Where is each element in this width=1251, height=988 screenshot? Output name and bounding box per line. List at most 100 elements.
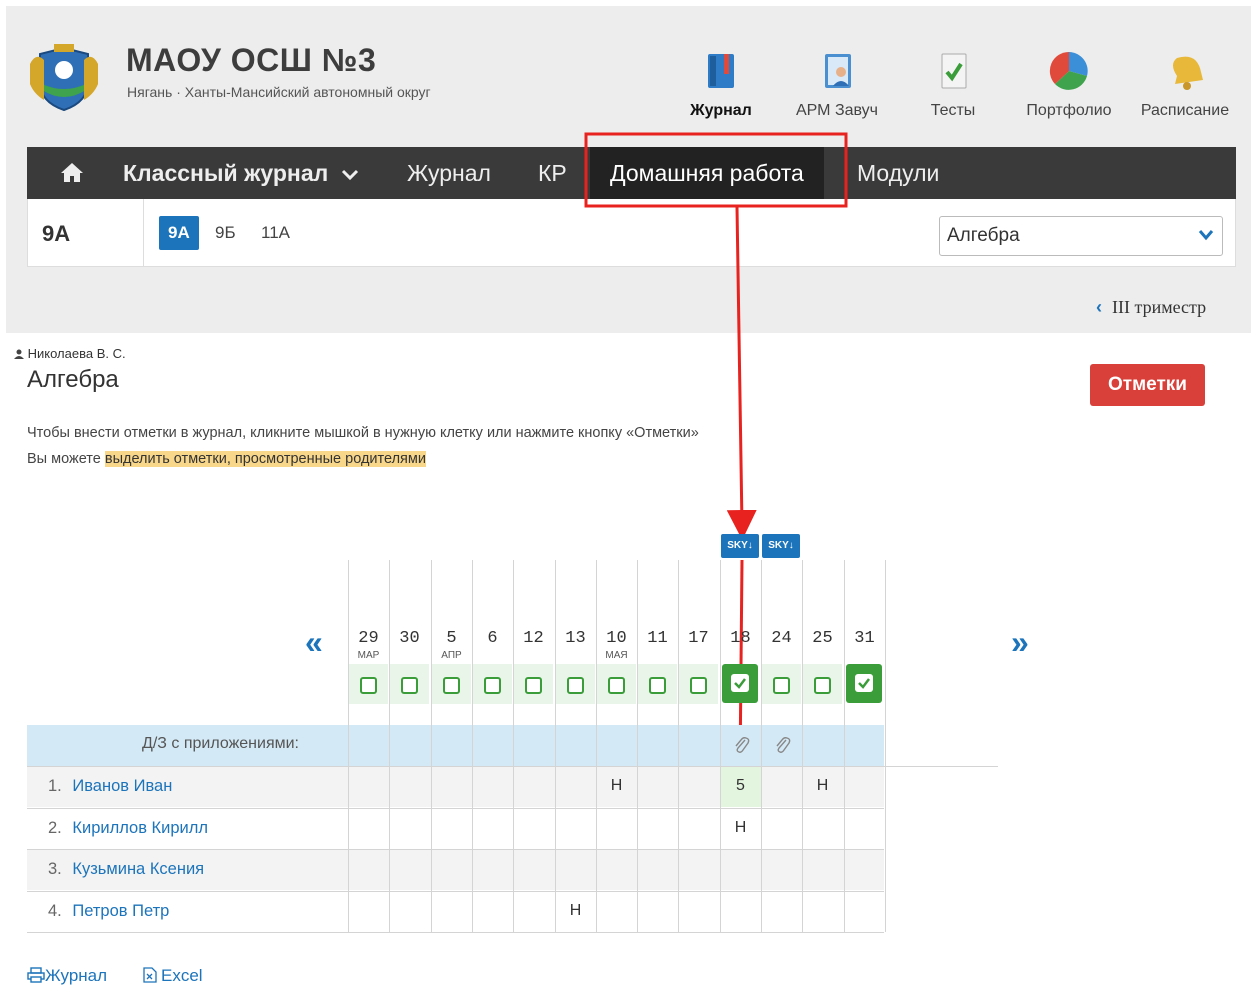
date-day: 24 <box>771 629 792 648</box>
menu-homework[interactable]: Домашняя работа <box>590 147 824 199</box>
grid-divider <box>844 560 845 932</box>
homework-checkbox[interactable] <box>608 677 625 694</box>
school-name: МАОУ ОСШ №3 <box>126 42 377 78</box>
main-menu: Классный журнал Журнал КР Домашняя работ… <box>27 147 1236 199</box>
hint-highlight: Вы можете выделить отметки, просмотренны… <box>27 451 426 467</box>
topnav-label: Журнал <box>690 102 752 119</box>
homework-checkbox[interactable] <box>690 677 707 694</box>
menu-class-journal[interactable]: Классный журнал <box>123 147 359 199</box>
prev-dates-button[interactable]: « <box>305 624 323 661</box>
grid-divider <box>431 560 432 932</box>
homework-checkbox[interactable] <box>525 677 542 694</box>
grid-divider <box>678 560 679 932</box>
class-button-9b[interactable]: 9Б <box>206 216 245 250</box>
printer-icon <box>27 967 45 983</box>
divider <box>143 199 144 267</box>
grid-divider <box>27 849 884 850</box>
class-button-11a[interactable]: 11А <box>252 216 299 250</box>
sky-badge[interactable]: SKY↓ <box>721 534 759 558</box>
homework-checkbox[interactable] <box>484 677 501 694</box>
chevron-down-icon <box>1198 230 1214 241</box>
grid-divider <box>513 560 514 932</box>
topnav-tests[interactable]: Тесты <box>898 50 1008 120</box>
grade-cell[interactable]: Н <box>555 902 596 920</box>
grade-cell[interactable]: Н <box>802 777 843 795</box>
student-name-link[interactable]: Кириллов Кирилл <box>72 819 208 837</box>
grade-cell[interactable]: 5 <box>720 777 761 795</box>
date-day: 12 <box>523 629 544 648</box>
class-button-9a[interactable]: 9А <box>159 216 199 250</box>
journal-icon <box>708 54 734 88</box>
student-name-link[interactable]: Кузьмина Ксения <box>72 860 204 878</box>
date-day: 18 <box>730 629 751 648</box>
class-bar: 9А 9А 9Б 11А Алгебра <box>27 199 1236 267</box>
term-label: III триместр <box>1112 297 1207 317</box>
grade-cell[interactable]: Н <box>720 819 761 837</box>
topnav-label: Тесты <box>930 102 976 119</box>
homework-checkbox[interactable] <box>360 677 377 694</box>
menu-kr[interactable]: КР <box>538 147 567 199</box>
student-row: 2. Кириллов Кирилл <box>48 819 208 838</box>
teacher-label: Николаева В. С. <box>27 346 126 361</box>
date-month: МАР <box>357 650 380 661</box>
paperclip-icon[interactable] <box>773 735 791 755</box>
bell-icon <box>1173 56 1203 90</box>
grid-divider <box>27 766 998 767</box>
export-excel-link[interactable]: Excel <box>143 966 203 986</box>
grade-cell[interactable]: Н <box>596 777 637 795</box>
topnav-schedule[interactable]: Расписание <box>1130 50 1240 120</box>
homework-checkbox-checked[interactable] <box>846 664 882 703</box>
coat-of-arms-icon <box>30 44 98 112</box>
grid-divider <box>27 932 884 933</box>
tests-icon <box>941 53 967 89</box>
next-dates-button[interactable]: » <box>1011 624 1029 661</box>
marks-button[interactable]: Отметки <box>1090 364 1205 406</box>
homework-checkbox[interactable] <box>567 677 584 694</box>
student-name-link[interactable]: Иванов Иван <box>72 777 172 795</box>
highlight-viewed-link[interactable]: выделить отметки, просмотренные родителя… <box>104 451 426 467</box>
topnav-journal[interactable]: Журнал <box>666 50 776 120</box>
paperclip-icon[interactable] <box>732 735 750 755</box>
portfolio-icon <box>1049 51 1088 90</box>
deputy-icon <box>825 54 851 88</box>
topnav-label: Расписание <box>1140 102 1230 119</box>
date-day: 13 <box>565 629 586 648</box>
grid-divider <box>802 560 803 932</box>
homework-checkbox[interactable] <box>401 677 418 694</box>
homework-checkbox[interactable] <box>649 677 666 694</box>
student-row: 1. Иванов Иван <box>48 777 172 796</box>
hint-prefix: Вы можете <box>27 451 105 467</box>
homework-checkbox-checked[interactable] <box>722 664 758 703</box>
homework-checkbox[interactable] <box>773 677 790 694</box>
date-month: МАЯ <box>605 650 628 661</box>
date-day: 5 <box>446 629 457 648</box>
student-name-link[interactable]: Петров Петр <box>72 902 169 920</box>
homework-checkbox[interactable] <box>814 677 831 694</box>
subject-select[interactable]: Алгебра <box>939 216 1223 256</box>
menu-label: Классный журнал <box>123 160 329 186</box>
date-day: 30 <box>399 629 420 648</box>
home-icon[interactable] <box>60 161 84 183</box>
date-day: 10 <box>606 629 627 648</box>
date-month: АПР <box>441 650 462 661</box>
topnav-deputy[interactable]: АРМ Завуч <box>782 50 892 120</box>
student-number: 2. <box>48 819 67 837</box>
term-selector[interactable]: ‹ III триместр <box>1096 297 1206 318</box>
menu-modules[interactable]: Модули <box>857 147 939 199</box>
sky-badge[interactable]: SKY↓ <box>762 534 800 558</box>
homework-checkbox[interactable] <box>443 677 460 694</box>
menu-journal[interactable]: Журнал <box>407 147 491 199</box>
hint-text: Чтобы внести отметки в журнал, кликните … <box>27 425 699 441</box>
page: МАОУ ОСШ №3 Нягань · Ханты-Мансийский ав… <box>0 0 1251 988</box>
student-number: 1. <box>48 777 67 795</box>
date-day: 6 <box>487 629 498 648</box>
student-number: 3. <box>48 860 67 878</box>
date-day: 31 <box>854 629 875 648</box>
check-icon <box>855 674 873 692</box>
chevron-left-icon: ‹ <box>1096 297 1102 317</box>
grid-divider <box>555 560 556 932</box>
grid-divider <box>761 560 762 932</box>
grid-divider <box>637 560 638 932</box>
print-journal-link[interactable]: Журнал <box>27 966 107 986</box>
topnav-portfolio[interactable]: Портфолио <box>1014 50 1124 120</box>
